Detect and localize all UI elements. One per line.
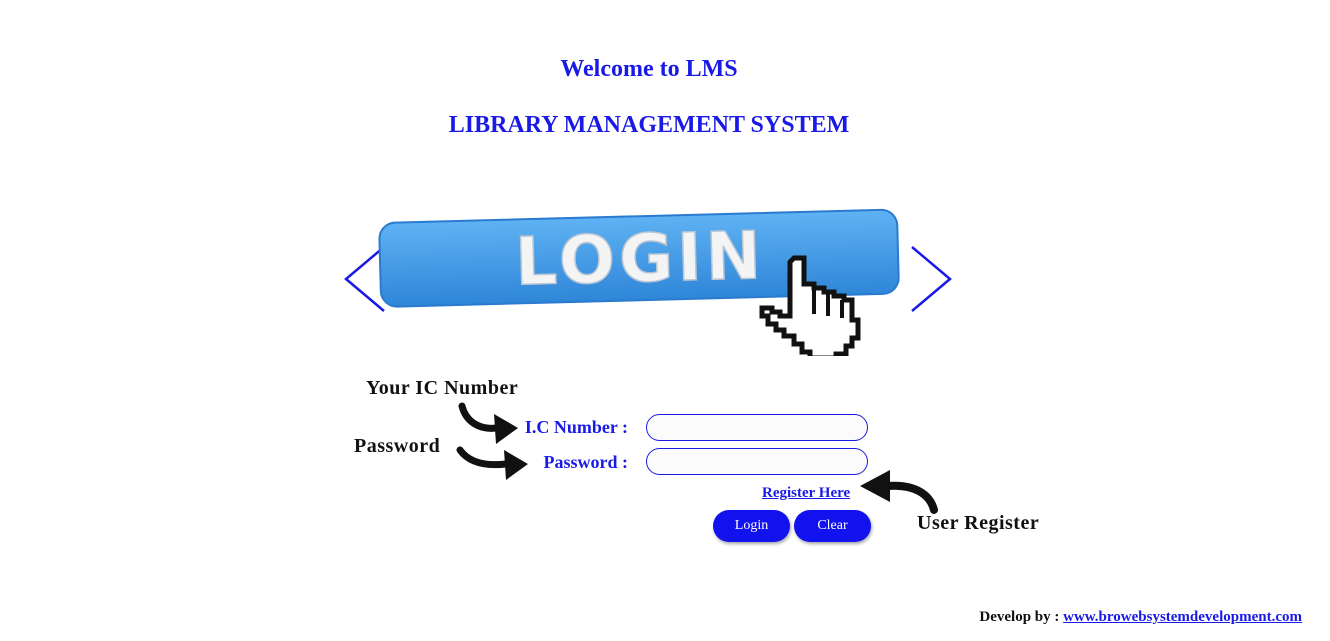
clear-button[interactable]: Clear: [794, 510, 871, 542]
ic-number-label: I.C Number :: [524, 417, 628, 437]
login-banner-image: LOGIN: [378, 208, 900, 356]
register-arrow-icon: [860, 470, 938, 514]
footer-website-link[interactable]: www.browebsystemdevelopment.com: [1063, 609, 1302, 625]
password-callout-label: Password: [354, 435, 441, 457]
login-button[interactable]: Login: [713, 510, 790, 542]
register-callout-label: User Register: [917, 512, 1040, 534]
password-label: Password :: [543, 452, 629, 472]
password-input[interactable]: [646, 448, 868, 475]
welcome-title: Welcome to LMS: [560, 56, 738, 82]
system-title: LIBRARY MANAGEMENT SYSTEM: [448, 112, 850, 138]
footer-credit: Develop by : www.browebsystemdevelopment…: [979, 609, 1302, 626]
ic-number-input[interactable]: [646, 414, 868, 441]
ic-callout-label: Your IC Number: [366, 377, 519, 399]
register-here-link[interactable]: Register Here: [762, 485, 850, 502]
login-banner-text: LOGIN: [514, 217, 766, 301]
footer-prefix: Develop by :: [979, 609, 1060, 625]
